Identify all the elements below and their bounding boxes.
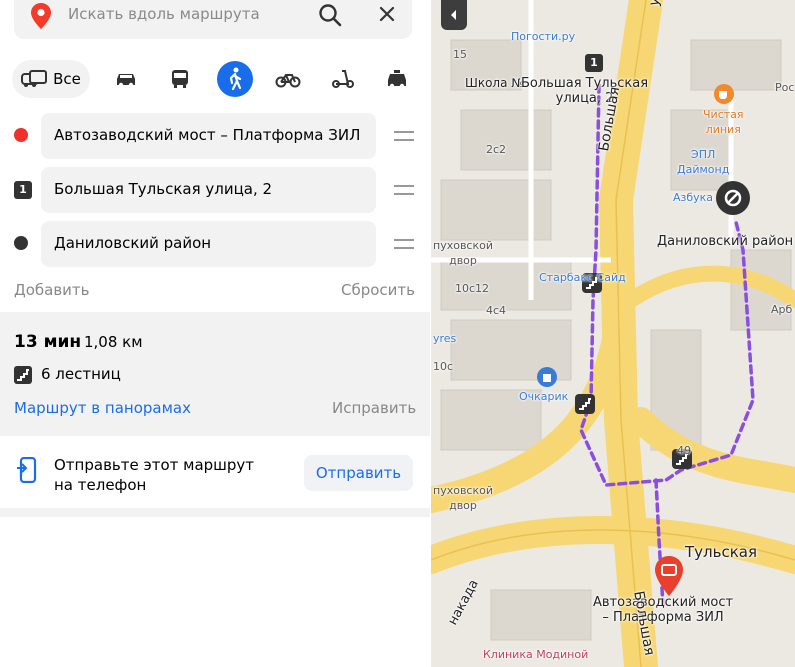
panorama-route-link[interactable]: Маршрут в панорамах — [14, 399, 191, 417]
mode-all-button[interactable]: Все — [12, 60, 90, 98]
map-label-end-l1: Автозаводский мост — [593, 595, 734, 610]
stairs-icon — [14, 366, 32, 388]
car-bus-icon — [21, 70, 48, 87]
map-label-dvor1-l1: пуховской — [433, 239, 493, 252]
map-label-ochkarik: Очкарик — [519, 390, 569, 403]
divider — [0, 508, 430, 517]
start-point-label: Автозаводский мост – Платформа ЗИЛ — [54, 126, 361, 144]
route-distance: 1,08 км — [84, 333, 143, 351]
fix-route-link[interactable]: Исправить — [332, 399, 416, 417]
map-label-said: Сайд — [596, 271, 626, 284]
mode-bike-button[interactable] — [270, 60, 306, 98]
car-icon — [117, 74, 135, 88]
map-label-yres: yres — [433, 332, 457, 345]
map-label-dvor2: пуховской двор — [433, 483, 493, 513]
map-label-epl-l2: Даймонд — [677, 163, 730, 176]
route-panel: Искать вдоль маршрута Все Автозаводский … — [0, 0, 430, 667]
search-input[interactable]: Искать вдоль маршрута — [68, 5, 260, 23]
cafe-icon — [714, 84, 734, 104]
send-to-phone-text: Отправьте этот маршрут на телефон — [54, 455, 254, 495]
bus-icon — [172, 70, 188, 88]
send-text-line2: на телефон — [54, 476, 147, 494]
route-summary[interactable]: 13 мин 1,08 км 6 лестниц Маршрут в панор… — [0, 312, 430, 436]
drag-handle-icon[interactable] — [394, 184, 414, 196]
map-label-end-l2: – Платформа ЗИЛ — [602, 610, 724, 625]
map-label-klinika: Клиника Модиной — [483, 648, 589, 661]
mode-car-button[interactable] — [108, 60, 144, 98]
route-search-bar[interactable]: Искать вдоль маршрута — [14, 0, 412, 39]
map-label-chistaya-l1: Чистая — [703, 108, 744, 121]
waypoint-field[interactable]: Большая Тульская улица, 2 — [41, 167, 376, 213]
transport-mode-selector: Все — [0, 60, 430, 98]
mode-all-label: Все — [53, 70, 81, 88]
map-label-waypoint-l1: Большая Тульская — [521, 76, 649, 91]
send-text-line1: Отправьте этот маршрут — [54, 456, 255, 474]
map-label-b10c: 10с — [433, 360, 454, 373]
mode-taxi-button[interactable] — [379, 60, 415, 98]
mode-scooter-button[interactable] — [325, 60, 361, 98]
collapse-panel-button[interactable] — [441, 0, 467, 30]
waypoint-map-marker[interactable]: 1 — [585, 54, 603, 72]
map-label-dvor2-l2: двор — [449, 499, 477, 512]
send-to-phone-section: Отправьте этот маршрут на телефон Отправ… — [0, 436, 430, 508]
pedestrian-icon — [229, 67, 242, 91]
map-label-b10c12: 10с12 — [455, 282, 490, 295]
map-view[interactable]: 1 Погости.ру Школа № Большая Тульская ул… — [431, 0, 795, 667]
map-label-azbuka: Азбука — [673, 191, 714, 204]
drag-handle-icon[interactable] — [394, 130, 414, 142]
map-label-end: Автозаводский мост – Платформа ЗИЛ — [593, 595, 733, 625]
route-time: 13 мин — [14, 332, 82, 352]
stairs-count: 6 лестниц — [41, 365, 121, 383]
map-label-arb: Арб — [771, 303, 793, 316]
destination-marker-icon[interactable] — [715, 180, 751, 216]
map-label-chistaya: Чистая линия — [703, 107, 744, 137]
map-label-epl: ЭПЛ Даймонд — [677, 147, 729, 177]
start-marker-icon[interactable] — [653, 555, 685, 597]
end-point-label: Даниловский район — [54, 234, 212, 252]
map-label-pogosti: Погости.ру — [511, 30, 576, 43]
chevron-left-icon — [451, 10, 456, 20]
map-label-b4c4: 4с4 — [486, 304, 507, 317]
bicycle-icon — [275, 74, 301, 88]
start-point-icon — [14, 128, 28, 142]
reset-button[interactable]: Сбросить — [341, 281, 415, 299]
shop-icon — [537, 367, 557, 387]
end-point-icon — [14, 236, 28, 250]
route-stop-waypoint: 1 Большая Тульская улица, 2 — [0, 167, 430, 213]
route-stop-start: Автозаводский мост – Платформа ЗИЛ — [0, 113, 430, 159]
close-icon[interactable] — [377, 4, 397, 24]
map-label-waypoint-l2: улица, 2 — [555, 91, 614, 106]
waypoint-label: Большая Тульская улица, 2 — [54, 180, 273, 198]
map-label-dvor1-l2: двор — [449, 254, 477, 267]
map-label-b15: 15 — [453, 48, 467, 61]
map-label-starbucks-t: Старбакс — [539, 271, 594, 284]
mode-walk-button[interactable] — [217, 61, 253, 97]
map-label-b2c2: 2с2 — [486, 143, 507, 156]
map-label-dvor2-l1: пуховской — [433, 484, 493, 497]
send-button[interactable]: Отправить — [304, 455, 413, 491]
map-label-danilovsky: Даниловский район — [657, 234, 794, 249]
map-label-ros: Рос — [775, 81, 795, 94]
waypoint-badge: 1 — [14, 181, 32, 199]
stairs-marker-icon — [575, 394, 595, 414]
taxi-icon — [388, 70, 406, 89]
add-stop-button[interactable]: Добавить — [14, 281, 90, 299]
mode-transit-button[interactable] — [162, 60, 198, 98]
drag-handle-icon[interactable] — [394, 238, 414, 250]
map-label-waypoint: Большая Тульская улица, 2 — [521, 76, 648, 106]
start-point-field[interactable]: Автозаводский мост – Платформа ЗИЛ — [41, 113, 376, 159]
map-label-b49: 49 — [677, 444, 691, 457]
map-label-tulskaya-street: Тульская — [685, 543, 757, 561]
location-pin-icon — [30, 2, 52, 34]
map-label-school: Школа № — [465, 76, 524, 90]
route-stop-end: Даниловский район — [0, 221, 430, 267]
end-point-field[interactable]: Даниловский район — [41, 221, 376, 267]
search-icon[interactable] — [317, 2, 343, 28]
map-label-dvor1: пуховской двор — [433, 238, 493, 268]
map-label-chistaya-l2: линия — [705, 123, 741, 136]
map-label-epl-l1: ЭПЛ — [691, 148, 716, 161]
scooter-icon — [332, 70, 354, 88]
map-label-starbucks: Старбакс Сайд — [539, 270, 626, 285]
phone-icon — [16, 456, 38, 487]
